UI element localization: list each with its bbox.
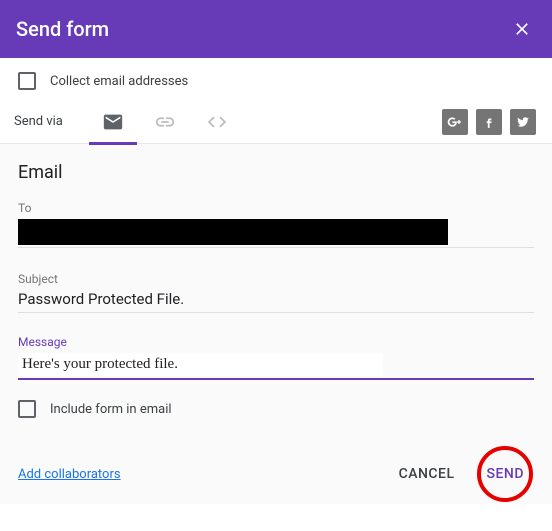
subject-field[interactable]: Password Protected File. <box>18 290 534 313</box>
include-form-checkbox[interactable] <box>18 400 36 418</box>
facebook-icon <box>482 115 496 129</box>
to-field[interactable] <box>18 219 448 245</box>
link-icon <box>154 111 176 133</box>
add-collaborators-link[interactable]: Add collaborators <box>18 467 121 482</box>
embed-icon <box>206 111 228 133</box>
dialog-title: Send form <box>16 17 109 41</box>
send-via-row: Send via <box>0 100 552 144</box>
send-button[interactable]: SEND <box>477 458 534 490</box>
subject-label: Subject <box>18 272 534 286</box>
share-facebook[interactable] <box>476 109 502 135</box>
send-via-label: Send via <box>14 114 63 129</box>
share-google-plus[interactable] <box>442 109 468 135</box>
tab-embed[interactable] <box>191 100 243 144</box>
collect-email-label: Collect email addresses <box>50 74 188 89</box>
tab-email[interactable] <box>87 100 139 144</box>
twitter-icon <box>516 115 530 129</box>
include-form-row: Include form in email <box>18 400 534 418</box>
envelope-icon <box>102 111 124 133</box>
cancel-button[interactable]: CANCEL <box>389 458 465 490</box>
email-panel: Email To Subject Password Protected File… <box>0 144 552 458</box>
include-form-label: Include form in email <box>50 402 172 417</box>
tab-link[interactable] <box>139 100 191 144</box>
to-underline <box>18 247 534 248</box>
message-field-wrap: Here's your protected file. <box>18 353 534 380</box>
collect-email-checkbox[interactable] <box>18 72 36 90</box>
to-label: To <box>18 201 534 215</box>
close-icon[interactable] <box>508 15 536 43</box>
message-field[interactable]: Here's your protected file. <box>18 353 383 376</box>
collect-email-row: Collect email addresses <box>0 58 552 100</box>
share-twitter[interactable] <box>510 109 536 135</box>
email-heading: Email <box>18 162 534 183</box>
dialog-header: Send form <box>0 0 552 58</box>
dialog-footer: Add collaborators CANCEL SEND <box>0 458 552 504</box>
gplus-icon <box>447 114 463 130</box>
send-button-label: SEND <box>487 466 524 482</box>
message-label: Message <box>18 335 534 349</box>
